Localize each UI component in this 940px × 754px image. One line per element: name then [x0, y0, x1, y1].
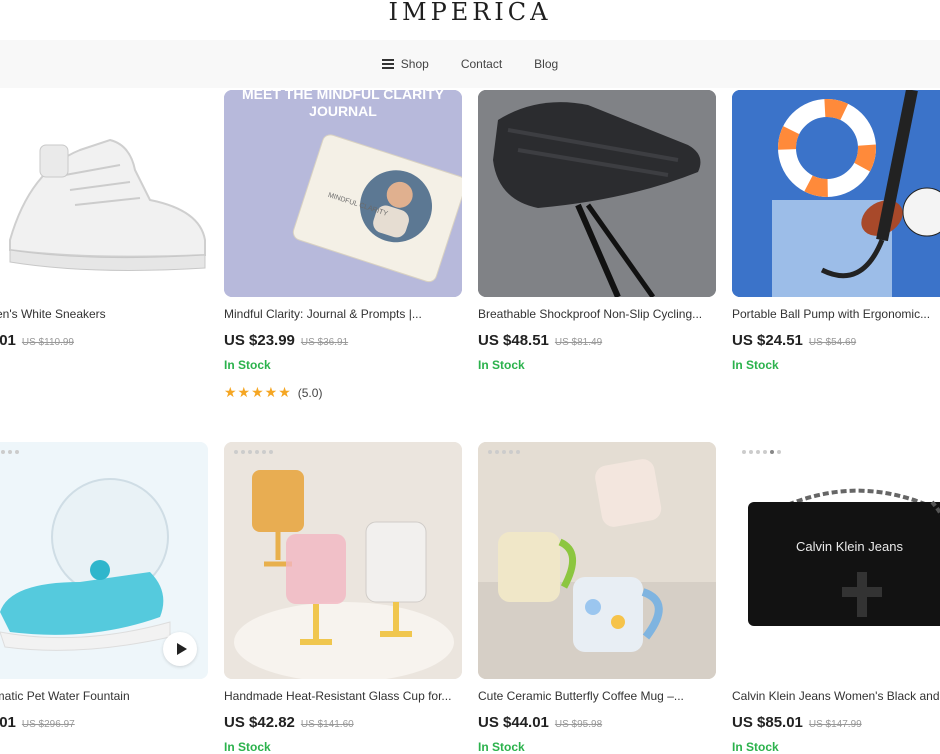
nav-blog[interactable]: Blog [534, 57, 558, 71]
product-price: US $23.99 US $36.91 [224, 332, 349, 349]
white-sneaker-image[interactable] [0, 90, 208, 297]
pet-fountain-image[interactable] [0, 442, 208, 679]
product-rating: ★★★★★ (5.0) [224, 384, 322, 401]
product-price: $47.01US $296.97 [0, 714, 75, 731]
nav-shop-label: Shop [400, 57, 429, 71]
product-price: US $44.01 US $95.98 [478, 714, 603, 731]
journal-image[interactable]: MINDFUL CLARITY MEET THE MINDFUL CLARITY… [224, 90, 462, 297]
product-price: $48.01US $110.99 [0, 332, 74, 349]
nav-contact[interactable]: Contact [461, 57, 502, 71]
product-title[interactable]: as Men's White Sneakers [0, 307, 208, 321]
stock-status: In Stock [478, 358, 525, 372]
carousel-dots [234, 450, 273, 454]
menu-icon [381, 57, 394, 71]
product-price: US $48.51 US $81.49 [478, 332, 603, 349]
product-title[interactable]: Portable Ball Pump with Ergonomic... [732, 307, 940, 321]
product-title[interactable]: Handmade Heat-Resistant Glass Cup for... [224, 689, 462, 703]
main-nav: Shop Contact Blog [0, 40, 940, 88]
product-price: US $24.51 US $54.69 [732, 332, 857, 349]
stock-status: In Stock [224, 358, 271, 372]
nav-shop[interactable]: Shop [381, 57, 429, 71]
bike-saddle-image[interactable] [478, 90, 716, 297]
star-icons: ★★★★★ [224, 384, 292, 400]
product-title[interactable]: Mindful Clarity: Journal & Prompts |... [224, 307, 462, 321]
rating-value: (5.0) [297, 385, 323, 400]
play-video-button[interactable] [163, 632, 197, 666]
brand-logo[interactable]: IMPERICA [0, 0, 940, 40]
carousel-dots [0, 450, 19, 454]
carousel-dots [742, 450, 781, 454]
journal-headline: MEET THE MINDFUL CLARITY JOURNAL [242, 90, 444, 119]
product-title[interactable]: Cute Ceramic Butterfly Coffee Mug –... [478, 689, 716, 703]
stock-status: In Stock [732, 358, 779, 372]
butterfly-mug-image[interactable] [478, 442, 716, 679]
product-price: US $42.82 US $141.60 [224, 714, 354, 731]
product-title[interactable]: Calvin Klein Jeans Women's Black and [732, 689, 940, 703]
glass-cups-image[interactable] [224, 442, 462, 679]
ball-pump-image[interactable] [732, 90, 940, 297]
bag-brand-label: Calvin Klein Jeans [796, 539, 903, 554]
handbag-image[interactable]: Calvin Klein Jeans [732, 442, 940, 679]
product-title[interactable]: Automatic Pet Water Fountain [0, 689, 208, 703]
play-icon [176, 643, 187, 655]
carousel-dots [488, 450, 520, 454]
product-title[interactable]: Breathable Shockproof Non-Slip Cycling..… [478, 307, 716, 321]
product-price: US $85.01 US $147.99 [732, 714, 862, 731]
